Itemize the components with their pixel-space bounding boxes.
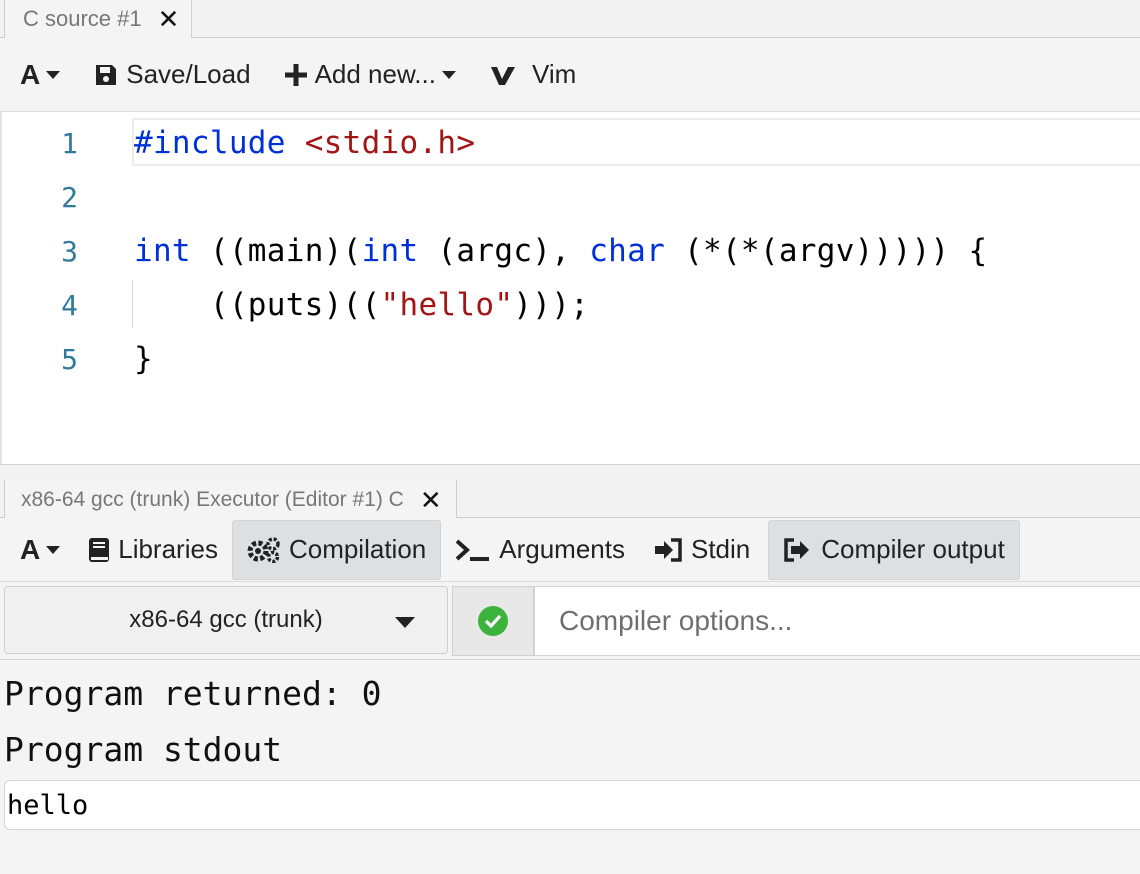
program-stdout-heading: Program stdout [4, 730, 283, 769]
editor-tab[interactable]: C source #1 ✕ [4, 0, 193, 38]
keyword-token: #include [134, 125, 286, 161]
vim-toggle-button[interactable]: Vim [490, 38, 576, 111]
font-icon: A [20, 533, 41, 565]
executor-tab-title: x86-64 gcc (trunk) Executor (Editor #1) … [21, 487, 404, 511]
compiler-output-label: Compiler output [821, 534, 1005, 564]
code-token: } [134, 341, 153, 377]
code-text: ((puts)(("hello"))); [134, 287, 589, 323]
code-text: int ((main)(int (argc), char (*(*(argv))… [134, 233, 987, 269]
code-line[interactable]: 1 #include <stdio.h> [2, 116, 1140, 170]
font-size-button[interactable]: A [6, 520, 74, 580]
floppy-disk-icon [94, 63, 118, 87]
arguments-label: Arguments [499, 534, 625, 564]
executor-tab[interactable]: x86-64 gcc (trunk) Executor (Editor #1) … [4, 480, 457, 519]
line-number: 3 [61, 234, 78, 268]
libraries-label: Libraries [118, 534, 218, 564]
close-icon[interactable]: ✕ [420, 487, 442, 513]
compiler-select-value: x86-64 gcc (trunk) [129, 606, 323, 633]
line-number: 4 [61, 288, 78, 322]
stdout-text: hello [7, 789, 89, 821]
compiler-options-input[interactable] [534, 586, 1140, 656]
sign-out-icon [783, 537, 811, 562]
line-number: 5 [61, 342, 78, 376]
font-size-button[interactable]: A [20, 38, 61, 111]
compiler-output-button[interactable]: Compiler output [768, 519, 1020, 580]
executor-toolbar: A Libraries Compilation Arguments Stdin … [0, 518, 1140, 582]
check-circle-icon [478, 606, 508, 636]
keyword-token: int [361, 233, 419, 269]
string-token: "hello" [380, 287, 514, 323]
chevron-down-icon [46, 70, 61, 79]
code-token: (argc), [418, 233, 590, 269]
gears-icon [247, 536, 281, 563]
code-editor[interactable]: 1 #include <stdio.h> 2 3 int ((main)(int (ar… [0, 112, 1140, 464]
editor-tab-title: C source #1 [23, 6, 142, 31]
stdin-button[interactable]: Stdin [639, 520, 764, 580]
keyword-token: char [589, 233, 666, 269]
executor-tabbar: x86-64 gcc (trunk) Executor (Editor #1) … [0, 464, 1140, 519]
sign-in-icon [653, 537, 683, 562]
save-load-label: Save/Load [126, 59, 251, 89]
compilation-label: Compilation [288, 534, 427, 564]
string-token: <stdio.h> [304, 125, 476, 161]
code-token: ((puts)(( [134, 287, 381, 323]
stdout-output-box: hello [4, 780, 1140, 830]
libraries-button[interactable]: Libraries [74, 520, 232, 580]
code-line[interactable]: 4 ((puts)(("hello"))); [2, 278, 1140, 332]
vim-icon [490, 64, 516, 86]
editor-toolbar: A Save/Load Add new... Vim [0, 38, 1140, 112]
keyword-token: int [134, 233, 191, 269]
code-line[interactable]: 5} [2, 332, 1140, 386]
vim-label: Vim [531, 59, 577, 89]
add-new-label: Add new... [314, 59, 436, 89]
save-load-button[interactable]: Save/Load [94, 38, 251, 111]
code-text: } [134, 341, 153, 377]
compilation-button[interactable]: Compilation [231, 519, 442, 580]
editor-tabbar: C source #1 ✕ [0, 0, 1140, 38]
execution-output: Program returned: 0 Program stdout hello [0, 660, 1140, 874]
chevron-down-icon [46, 545, 61, 554]
code-token: ((main)( [190, 233, 362, 269]
compiler-row: x86-64 gcc (trunk) [0, 582, 1140, 660]
code-line[interactable]: 2 [2, 170, 1140, 224]
add-new-button[interactable]: Add new... [284, 38, 456, 111]
stdin-label: Stdin [690, 534, 751, 564]
code-token: (*(*(argv))))) { [665, 233, 988, 269]
line-number: 1 [61, 126, 78, 160]
chevron-down-icon [395, 617, 415, 628]
plus-icon [284, 63, 307, 86]
close-icon[interactable]: ✕ [158, 6, 180, 32]
program-returned-text: Program returned: 0 [4, 674, 382, 713]
book-icon [88, 537, 110, 562]
line-number: 2 [61, 180, 78, 214]
font-icon: A [20, 58, 41, 90]
arguments-button[interactable]: Arguments [441, 520, 639, 580]
code-text: #include <stdio.h> [134, 125, 475, 161]
compiler-select[interactable]: x86-64 gcc (trunk) [4, 586, 448, 654]
chevron-down-icon [441, 70, 456, 79]
code-token: ))); [513, 287, 590, 323]
terminal-icon [455, 538, 491, 562]
code-line[interactable]: 3 int ((main)(int (argc), char (*(*(argv)… [2, 224, 1140, 278]
compile-status[interactable] [452, 586, 534, 656]
